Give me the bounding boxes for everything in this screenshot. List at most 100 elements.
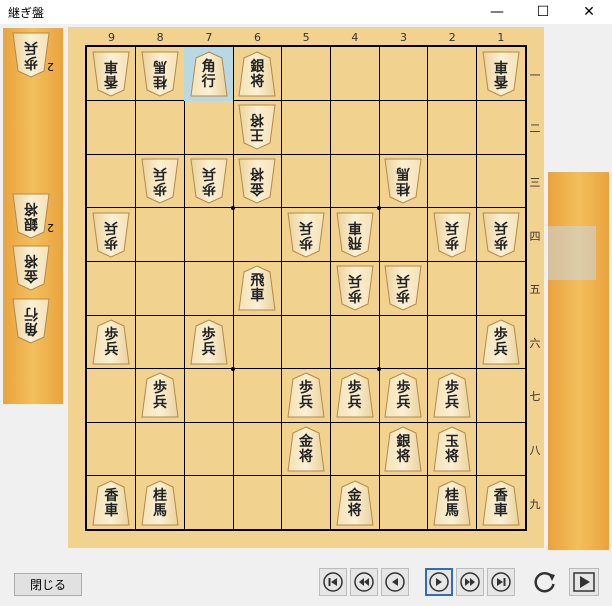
sente-piece[interactable]: 歩兵 <box>138 372 182 418</box>
file-label: 9 <box>108 31 115 44</box>
piece-char: 将 <box>396 449 411 465</box>
piece-char: 歩 <box>104 326 119 343</box>
piece-char: 歩 <box>347 287 362 304</box>
piece-char: 兵 <box>201 165 216 181</box>
gote-piece[interactable]: 歩兵 <box>89 212 133 258</box>
close-button[interactable]: 閉じる <box>14 573 82 596</box>
piece-char: 香 <box>104 487 119 504</box>
sente-piece[interactable]: 角行 <box>187 51 231 97</box>
gote-piece[interactable]: 歩兵 <box>284 212 328 258</box>
gote-piece[interactable]: 歩兵 <box>138 158 182 204</box>
piece-char: 飛 <box>250 273 265 290</box>
sente-piece[interactable]: 香車 <box>479 480 523 526</box>
gote-piece[interactable]: 飛車 <box>333 212 377 258</box>
sente-piece[interactable]: 歩兵 <box>284 372 328 418</box>
gote-piece[interactable]: 金将 <box>235 158 279 204</box>
piece-char: 歩 <box>201 180 216 196</box>
sente-piece[interactable]: 香車 <box>89 480 133 526</box>
flip-board-button[interactable] <box>531 568 559 596</box>
piece-char: 歩 <box>493 326 508 343</box>
fast-forward-icon <box>460 572 480 592</box>
piece-char: 兵 <box>299 218 313 235</box>
grid-line <box>378 47 380 529</box>
piece-char: 兵 <box>299 395 313 412</box>
refresh-icon <box>534 572 555 593</box>
grid-line <box>87 368 525 370</box>
sente-piece[interactable]: 歩兵 <box>333 372 377 418</box>
piece-char: 歩 <box>299 233 313 250</box>
star-point <box>231 205 235 210</box>
sente-piece[interactable]: 桂馬 <box>138 480 182 526</box>
piece-char: 歩 <box>201 326 216 343</box>
piece-char: 車 <box>347 218 362 235</box>
star-point <box>377 205 382 210</box>
piece-char: 将 <box>250 165 265 181</box>
gote-piece[interactable]: 歩兵 <box>187 158 231 204</box>
gote-piece[interactable]: 歩兵 <box>479 212 523 258</box>
piece-char: 歩 <box>396 380 411 397</box>
gote-piece[interactable]: 桂馬 <box>381 158 425 204</box>
hand-count: 2 <box>47 60 54 73</box>
back-button[interactable] <box>381 568 409 596</box>
sente-piece[interactable]: 銀将 <box>381 426 425 472</box>
piece-char: 将 <box>24 200 38 216</box>
gote-piece[interactable]: 歩兵 <box>333 265 377 311</box>
file-label: 3 <box>400 31 408 44</box>
gote-piece[interactable]: 香車 <box>89 51 133 97</box>
piece-char: 車 <box>104 502 119 519</box>
sente-piece[interactable]: 飛車 <box>235 265 279 311</box>
piece-char: 車 <box>104 57 119 74</box>
close-window-button[interactable]: ✕ <box>566 0 612 24</box>
piece-char: 車 <box>493 502 508 519</box>
minimize-button[interactable]: — <box>474 0 520 24</box>
sente-piece[interactable]: 歩兵 <box>89 319 133 365</box>
rank-label: 二 <box>529 122 541 136</box>
file-label: 6 <box>254 31 261 44</box>
star-point <box>377 366 382 371</box>
gote-hand-piece[interactable]: 角行 <box>9 298 53 344</box>
piece-char: 兵 <box>347 395 362 412</box>
gote-piece[interactable]: 王将 <box>235 104 279 150</box>
gote-piece[interactable]: 香車 <box>479 51 523 97</box>
grid-line <box>87 421 525 423</box>
file-label: 5 <box>302 31 310 44</box>
step-back-icon <box>385 572 405 592</box>
sente-piece[interactable]: 玉将 <box>430 426 474 472</box>
sente-piece[interactable]: 金将 <box>333 480 377 526</box>
file-label: 7 <box>205 31 213 44</box>
gote-piece[interactable]: 歩兵 <box>381 265 425 311</box>
piece-char: 馬 <box>153 502 167 519</box>
gote-piece[interactable]: 桂馬 <box>138 51 182 97</box>
sente-piece[interactable]: 歩兵 <box>187 319 231 365</box>
play-button[interactable] <box>569 568 599 596</box>
window-title: 継ぎ盤 <box>8 6 45 20</box>
grid-line <box>183 47 185 529</box>
piece-char: 車 <box>493 57 508 74</box>
forward-button[interactable] <box>425 568 453 596</box>
sente-piece[interactable]: 金将 <box>284 426 328 472</box>
sente-piece[interactable]: 銀将 <box>235 51 279 97</box>
forward-many-button[interactable] <box>456 568 484 596</box>
sente-piece[interactable]: 歩兵 <box>479 319 523 365</box>
piece-char: 車 <box>250 288 265 305</box>
back-many-button[interactable] <box>350 568 378 596</box>
piece-char: 玉 <box>445 434 460 450</box>
sente-piece[interactable]: 歩兵 <box>381 372 425 418</box>
sente-piece[interactable]: 桂馬 <box>430 480 474 526</box>
first-move-button[interactable] <box>319 568 347 596</box>
piece-char: 兵 <box>104 341 119 358</box>
grid-line <box>135 47 137 529</box>
maximize-button[interactable]: ☐ <box>520 0 566 24</box>
grid-line <box>329 47 331 529</box>
gote-hand-piece[interactable]: 金将 <box>9 245 53 291</box>
grid-line <box>87 260 525 262</box>
last-move-button[interactable] <box>487 568 515 596</box>
gote-piece[interactable]: 歩兵 <box>430 212 474 258</box>
piece-char: 王 <box>250 126 265 143</box>
sente-piece[interactable]: 歩兵 <box>430 372 474 418</box>
piece-char: 飛 <box>347 233 362 250</box>
piece-char: 行 <box>201 73 216 90</box>
star-point <box>231 366 235 371</box>
file-label: 8 <box>156 31 164 44</box>
piece-char: 兵 <box>445 395 460 412</box>
